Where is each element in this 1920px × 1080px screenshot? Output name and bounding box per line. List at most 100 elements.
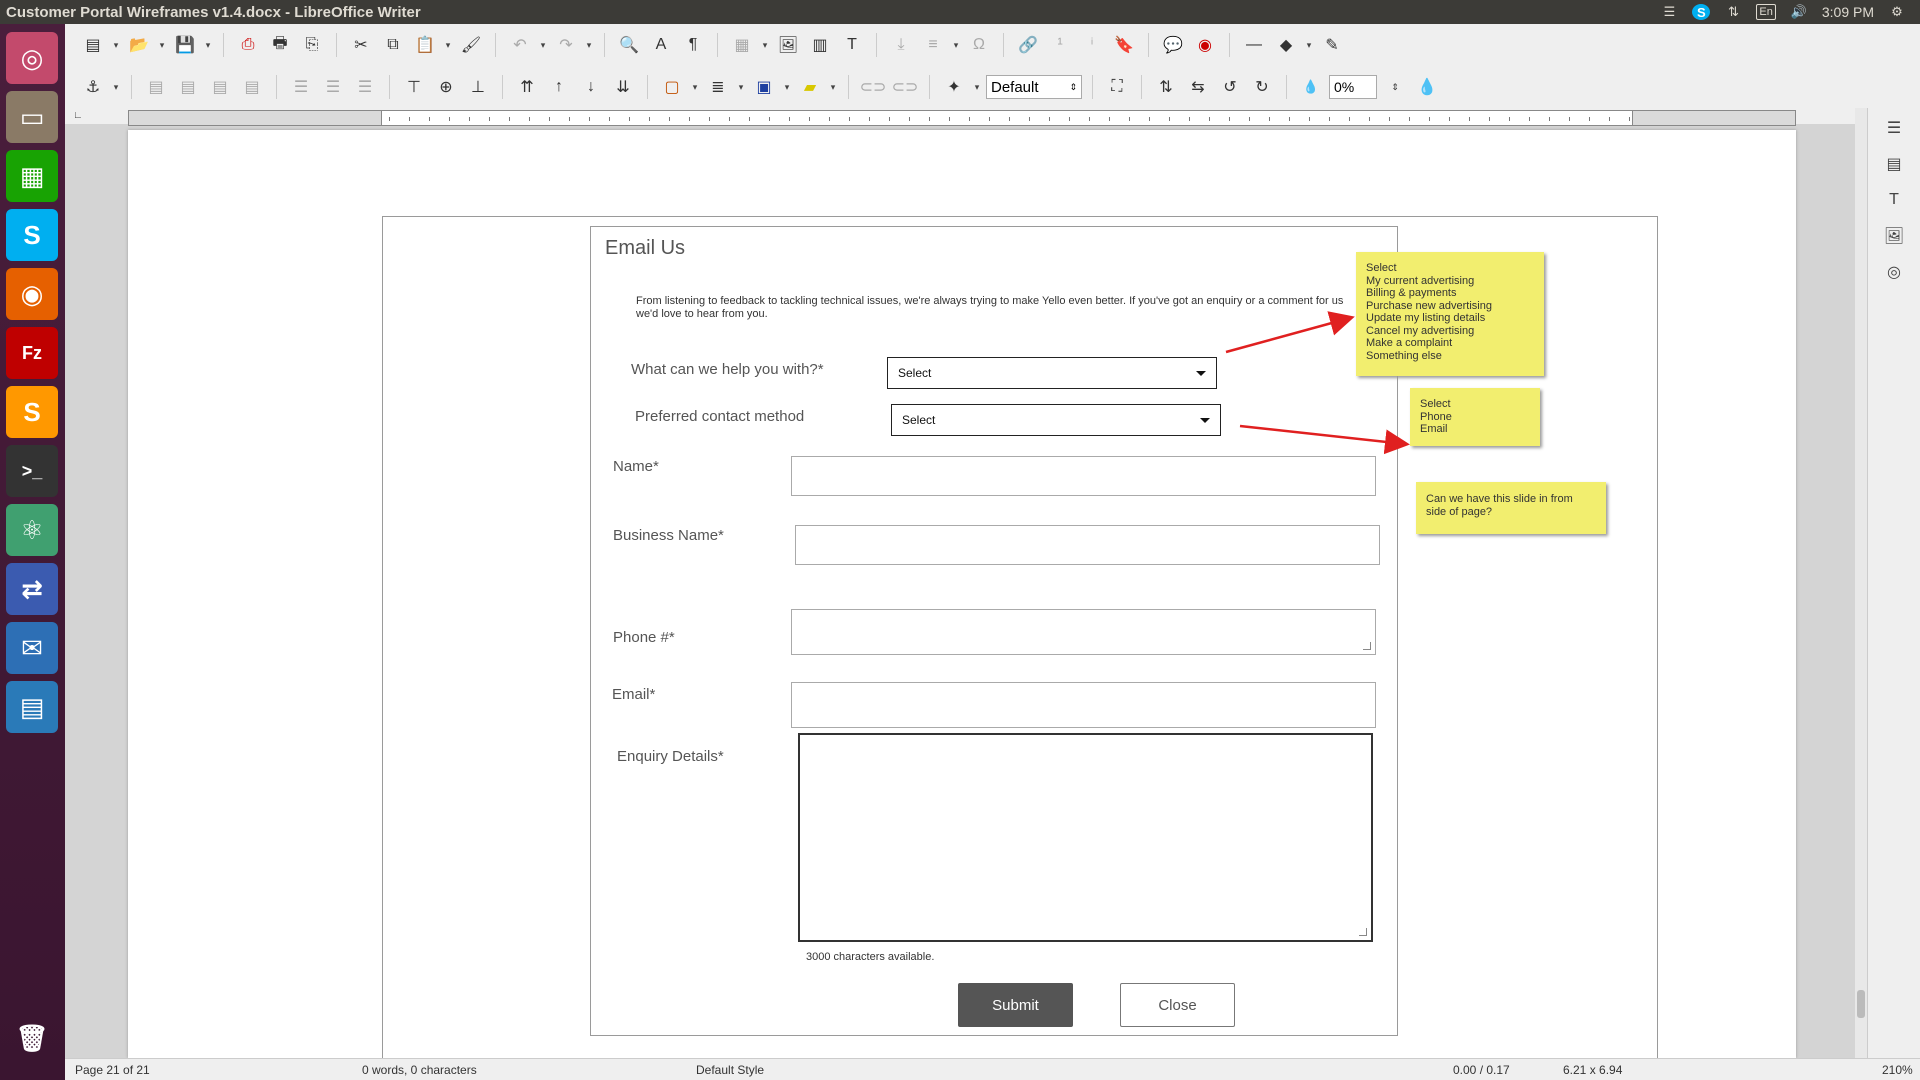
network-icon[interactable]: ⇅: [1724, 4, 1742, 20]
open-dropdown[interactable]: ▾: [157, 40, 167, 51]
skype-icon[interactable]: S: [6, 209, 58, 261]
fill-dropdown[interactable]: ▾: [828, 82, 838, 93]
spin-arrows-icon[interactable]: ⇕: [1069, 82, 1077, 93]
page-icon[interactable]: ▤: [1882, 152, 1906, 176]
filezilla-icon[interactable]: Fz: [6, 327, 58, 379]
anchor-icon[interactable]: ⚓: [79, 73, 107, 101]
vertical-scrollbar[interactable]: [1855, 108, 1867, 1058]
paste-dropdown[interactable]: ▾: [443, 40, 453, 51]
flip-vertical-icon[interactable]: ⇅: [1152, 73, 1180, 101]
color-icon[interactable]: 💧: [1413, 73, 1441, 101]
align-right-icon[interactable]: ☰: [351, 73, 379, 101]
export-pdf-icon[interactable]: ⎙: [234, 31, 262, 59]
sublime-text-icon[interactable]: S: [6, 386, 58, 438]
ruler-margin-left[interactable]: [128, 110, 382, 126]
flip-horizontal-icon[interactable]: ⇆: [1184, 73, 1212, 101]
send-to-back-icon[interactable]: ⇊: [609, 73, 637, 101]
open-folder-icon[interactable]: 📂: [125, 31, 153, 59]
save-dropdown[interactable]: ▾: [203, 40, 213, 51]
border-color-icon[interactable]: ▣: [750, 73, 778, 101]
menu-icon[interactable]: ☰: [1660, 4, 1678, 20]
undo-dropdown[interactable]: ▾: [538, 40, 548, 51]
zoom-level[interactable]: 210%: [1882, 1063, 1913, 1077]
endnote-icon[interactable]: ⁱ: [1078, 31, 1106, 59]
trash-icon[interactable]: 🗑: [6, 1012, 58, 1064]
remote-desktop-icon[interactable]: ⇄: [6, 563, 58, 615]
undo-icon[interactable]: ↶: [506, 31, 534, 59]
insert-line-icon[interactable]: —: [1240, 31, 1268, 59]
email-field[interactable]: [791, 682, 1376, 728]
help-options-note[interactable]: Select My current advertising Billing & pa…: [1356, 252, 1544, 376]
resize-grip-icon[interactable]: [1363, 642, 1371, 650]
insert-image-icon[interactable]: 🖼: [774, 31, 802, 59]
resize-grip-icon[interactable]: [1359, 928, 1367, 936]
paragraph-style-select[interactable]: Default ⇕: [986, 75, 1082, 99]
wrap-off-icon[interactable]: ▤: [142, 73, 170, 101]
bring-to-front-icon[interactable]: ⇈: [513, 73, 541, 101]
basic-shapes-icon[interactable]: ◆: [1272, 31, 1300, 59]
help-select[interactable]: Select: [887, 357, 1217, 389]
link-frames-icon[interactable]: ⊂⊃: [859, 73, 887, 101]
print-icon[interactable]: 🖶: [266, 31, 294, 59]
word-count[interactable]: 0 words, 0 characters: [362, 1063, 477, 1077]
insert-chart-icon[interactable]: ▥: [806, 31, 834, 59]
rotate-left-icon[interactable]: ↺: [1216, 73, 1244, 101]
crop-icon[interactable]: ⛶: [1103, 73, 1131, 101]
redo-icon[interactable]: ↷: [552, 31, 580, 59]
settings-gear-icon[interactable]: ⚙: [1888, 4, 1906, 20]
terminal-icon[interactable]: >_: [6, 445, 58, 497]
volume-icon[interactable]: 🔊: [1790, 4, 1808, 20]
borders-icon[interactable]: ▢: [658, 73, 686, 101]
close-button[interactable]: Close: [1120, 983, 1235, 1027]
transparency-icon[interactable]: 💧: [1297, 73, 1325, 101]
skype-tray-icon[interactable]: S: [1692, 4, 1711, 20]
libreoffice-calc-icon[interactable]: ▦: [6, 150, 58, 202]
fontwork-icon[interactable]: ✦: [940, 73, 968, 101]
align-left-icon[interactable]: ☰: [287, 73, 315, 101]
formatting-marks-icon[interactable]: ¶: [679, 31, 707, 59]
special-character-icon[interactable]: Ω: [965, 31, 993, 59]
libreoffice-writer-icon[interactable]: ▤: [6, 681, 58, 733]
paste-icon[interactable]: 📋: [411, 31, 439, 59]
shapes-dropdown[interactable]: ▾: [1304, 40, 1314, 51]
gallery-icon[interactable]: 🖼: [1882, 224, 1906, 248]
find-replace-icon[interactable]: 🔍: [615, 31, 643, 59]
wrap-page-icon[interactable]: ▤: [174, 73, 202, 101]
print-preview-icon[interactable]: ⎘: [298, 31, 326, 59]
comment-icon[interactable]: 💬: [1159, 31, 1187, 59]
hyperlink-icon[interactable]: 🔗: [1014, 31, 1042, 59]
track-changes-icon[interactable]: ◉: [1191, 31, 1219, 59]
page-style[interactable]: Default Style: [696, 1063, 764, 1077]
area-fill-icon[interactable]: ▰: [796, 73, 824, 101]
clock[interactable]: 3:09 PM: [1822, 4, 1874, 20]
align-bottom-icon[interactable]: ⊥: [464, 73, 492, 101]
bookmark-icon[interactable]: 🔖: [1110, 31, 1138, 59]
wrap-through-icon[interactable]: ▤: [238, 73, 266, 101]
scroll-thumb[interactable]: [1857, 990, 1865, 1018]
forward-one-icon[interactable]: ↑: [545, 73, 573, 101]
cut-icon[interactable]: ✂: [347, 31, 375, 59]
contact-options-note[interactable]: Select Phone Email: [1410, 388, 1540, 446]
border-style-dropdown[interactable]: ▾: [736, 82, 746, 93]
keyboard-language[interactable]: En: [1756, 4, 1776, 20]
spelling-icon[interactable]: A: [647, 31, 675, 59]
ubuntu-dash-icon[interactable]: ◎: [6, 32, 58, 84]
contact-select[interactable]: Select: [891, 404, 1221, 436]
insert-field-icon[interactable]: ≡: [919, 31, 947, 59]
border-style-icon[interactable]: ≣: [704, 73, 732, 101]
fontwork-dropdown[interactable]: ▾: [972, 82, 982, 93]
email-form[interactable]: Email Us From listening to feedback to t…: [590, 226, 1398, 1036]
slide-in-note[interactable]: Can we have this slide in from side of p…: [1416, 482, 1606, 534]
ruler-margin-right[interactable]: [1632, 110, 1796, 126]
borders-dropdown[interactable]: ▾: [690, 82, 700, 93]
files-icon[interactable]: ▭: [6, 91, 58, 143]
rotate-right-icon[interactable]: ↻: [1248, 73, 1276, 101]
thunderbird-icon[interactable]: ✉: [6, 622, 58, 674]
new-dropdown[interactable]: ▾: [111, 40, 121, 51]
business-name-field[interactable]: [795, 525, 1380, 565]
transparency-spin-icon[interactable]: ⇕: [1381, 73, 1409, 101]
border-color-dropdown[interactable]: ▾: [782, 82, 792, 93]
navigator-icon[interactable]: ◎: [1882, 260, 1906, 284]
insert-page-break-icon[interactable]: ⤓: [887, 31, 915, 59]
properties-icon[interactable]: ☰: [1882, 116, 1906, 140]
